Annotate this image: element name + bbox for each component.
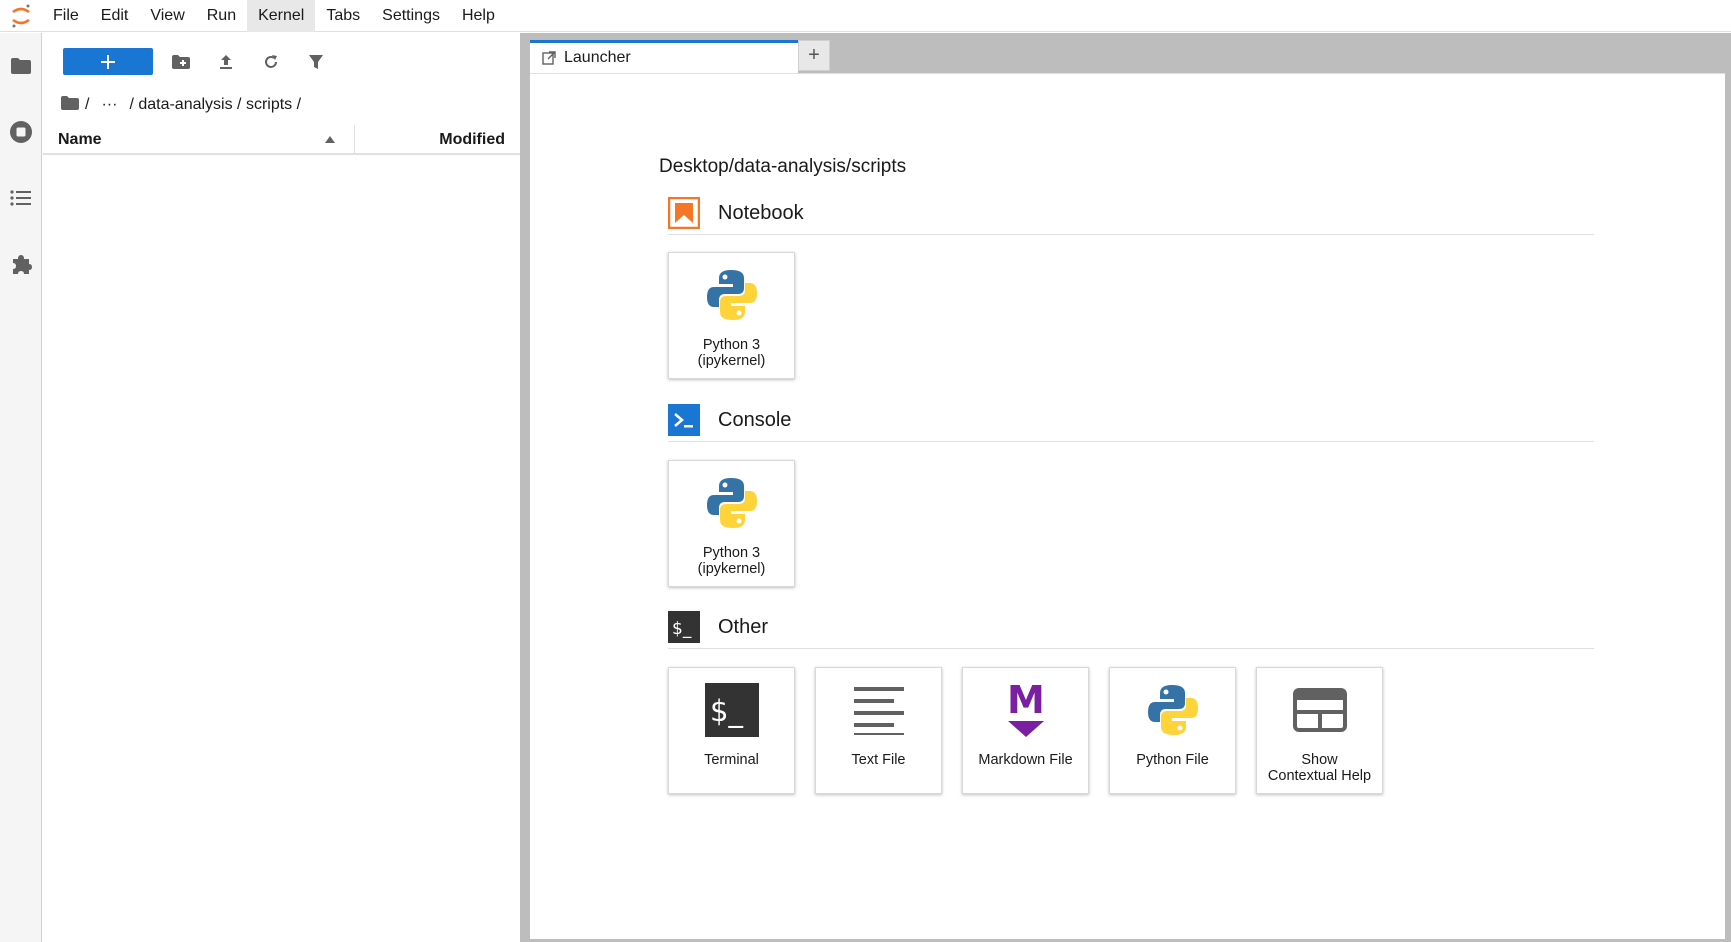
- text-file-icon: [816, 680, 941, 740]
- running-sessions-icon[interactable]: [0, 112, 42, 152]
- markdown-file-card[interactable]: M Markdown File: [962, 667, 1089, 794]
- console-section-header: Console: [668, 404, 1594, 442]
- terminal-card[interactable]: $_ Terminal: [668, 667, 795, 794]
- sort-ascending-icon: [325, 136, 335, 143]
- svg-text:M: M: [1007, 681, 1045, 722]
- menu-bar: File Edit View Run Kernel Tabs Settings …: [0, 0, 1731, 32]
- activity-bar: [0, 33, 42, 942]
- notebook-python3-card[interactable]: Python 3 (ipykernel): [668, 252, 795, 379]
- folder-icon[interactable]: [0, 46, 42, 86]
- card-label: Show Contextual Help: [1267, 752, 1372, 784]
- name-column-label: Name: [58, 130, 102, 148]
- jupyter-logo-icon: [0, 0, 42, 32]
- card-label: Python 3 (ipykernel): [697, 545, 766, 577]
- notebook-section-title: Notebook: [718, 202, 804, 224]
- tab-bar: Launcher +: [530, 33, 1731, 73]
- other-section-header: $_ Other: [668, 611, 1594, 649]
- file-browser-toolbar: [43, 48, 520, 80]
- launcher-tab-icon: [542, 51, 556, 65]
- other-terminal-icon: $_: [668, 611, 700, 643]
- python-logo-icon: [669, 265, 794, 325]
- menu-file[interactable]: File: [42, 0, 90, 32]
- modified-column-header[interactable]: Modified: [355, 125, 520, 154]
- name-column-header[interactable]: Name: [43, 125, 355, 154]
- python-file-card[interactable]: Python File: [1109, 667, 1236, 794]
- python-logo-icon: [1110, 680, 1235, 740]
- console-icon: [668, 404, 700, 436]
- svg-text:$_: $_: [672, 619, 692, 639]
- terminal-icon: $_: [669, 680, 794, 740]
- breadcrumb-path[interactable]: / data-analysis / scripts /: [129, 96, 301, 114]
- text-file-card[interactable]: Text File: [815, 667, 942, 794]
- menu-edit[interactable]: Edit: [90, 0, 140, 32]
- plus-icon: [101, 54, 115, 69]
- other-section-title: Other: [718, 616, 769, 638]
- card-label: Python File: [1136, 752, 1209, 768]
- breadcrumb: / ··· / data-analysis / scripts /: [61, 93, 301, 117]
- menu-help[interactable]: Help: [451, 0, 506, 32]
- contextual-help-icon: [1257, 680, 1382, 740]
- menu-view[interactable]: View: [139, 0, 195, 32]
- upload-icon[interactable]: [214, 50, 238, 74]
- card-label: Text File: [851, 752, 906, 768]
- breadcrumb-ellipsis[interactable]: ···: [101, 96, 117, 114]
- menu-settings[interactable]: Settings: [371, 0, 451, 32]
- contextual-help-card[interactable]: Show Contextual Help: [1256, 667, 1383, 794]
- card-label: Python 3 (ipykernel): [697, 337, 766, 369]
- menu-kernel[interactable]: Kernel: [247, 0, 316, 32]
- notebook-icon: [667, 196, 701, 230]
- modified-column-label: Modified: [439, 130, 505, 148]
- new-folder-icon[interactable]: [169, 50, 193, 74]
- markdown-icon: M: [963, 680, 1088, 740]
- card-label: Markdown File: [978, 752, 1073, 768]
- console-section-title: Console: [718, 409, 792, 431]
- svg-text:$_: $_: [710, 694, 743, 728]
- new-launcher-button[interactable]: [63, 48, 153, 75]
- breadcrumb-separator: /: [85, 96, 90, 113]
- console-python3-card[interactable]: Python 3 (ipykernel): [668, 460, 795, 587]
- python-logo-icon: [669, 473, 794, 533]
- tab-launcher-label: Launcher: [564, 49, 631, 66]
- menu-tabs[interactable]: Tabs: [315, 0, 371, 32]
- menu-run[interactable]: Run: [196, 0, 247, 32]
- card-label: Terminal: [704, 752, 759, 768]
- file-list-header: Name Modified: [43, 125, 520, 155]
- breadcrumb-home-folder-icon[interactable]: [61, 95, 79, 115]
- file-browser-panel: / ··· / data-analysis / scripts / Name M…: [43, 33, 520, 942]
- panel-splitter[interactable]: [520, 33, 530, 942]
- notebook-section-header: Notebook: [667, 196, 1594, 235]
- add-tab-button[interactable]: +: [798, 40, 830, 71]
- filter-icon[interactable]: [304, 50, 328, 74]
- refresh-icon[interactable]: [259, 50, 283, 74]
- tab-launcher[interactable]: Launcher: [530, 40, 798, 73]
- launcher-panel: Desktop/data-analysis/scripts Notebook P…: [530, 73, 1725, 939]
- launcher-cwd-path: Desktop/data-analysis/scripts: [659, 156, 907, 177]
- main-dock-area: Launcher + Desktop/data-analysis/scripts…: [530, 33, 1731, 942]
- table-of-contents-icon[interactable]: [0, 178, 42, 218]
- extensions-icon[interactable]: [0, 244, 42, 284]
